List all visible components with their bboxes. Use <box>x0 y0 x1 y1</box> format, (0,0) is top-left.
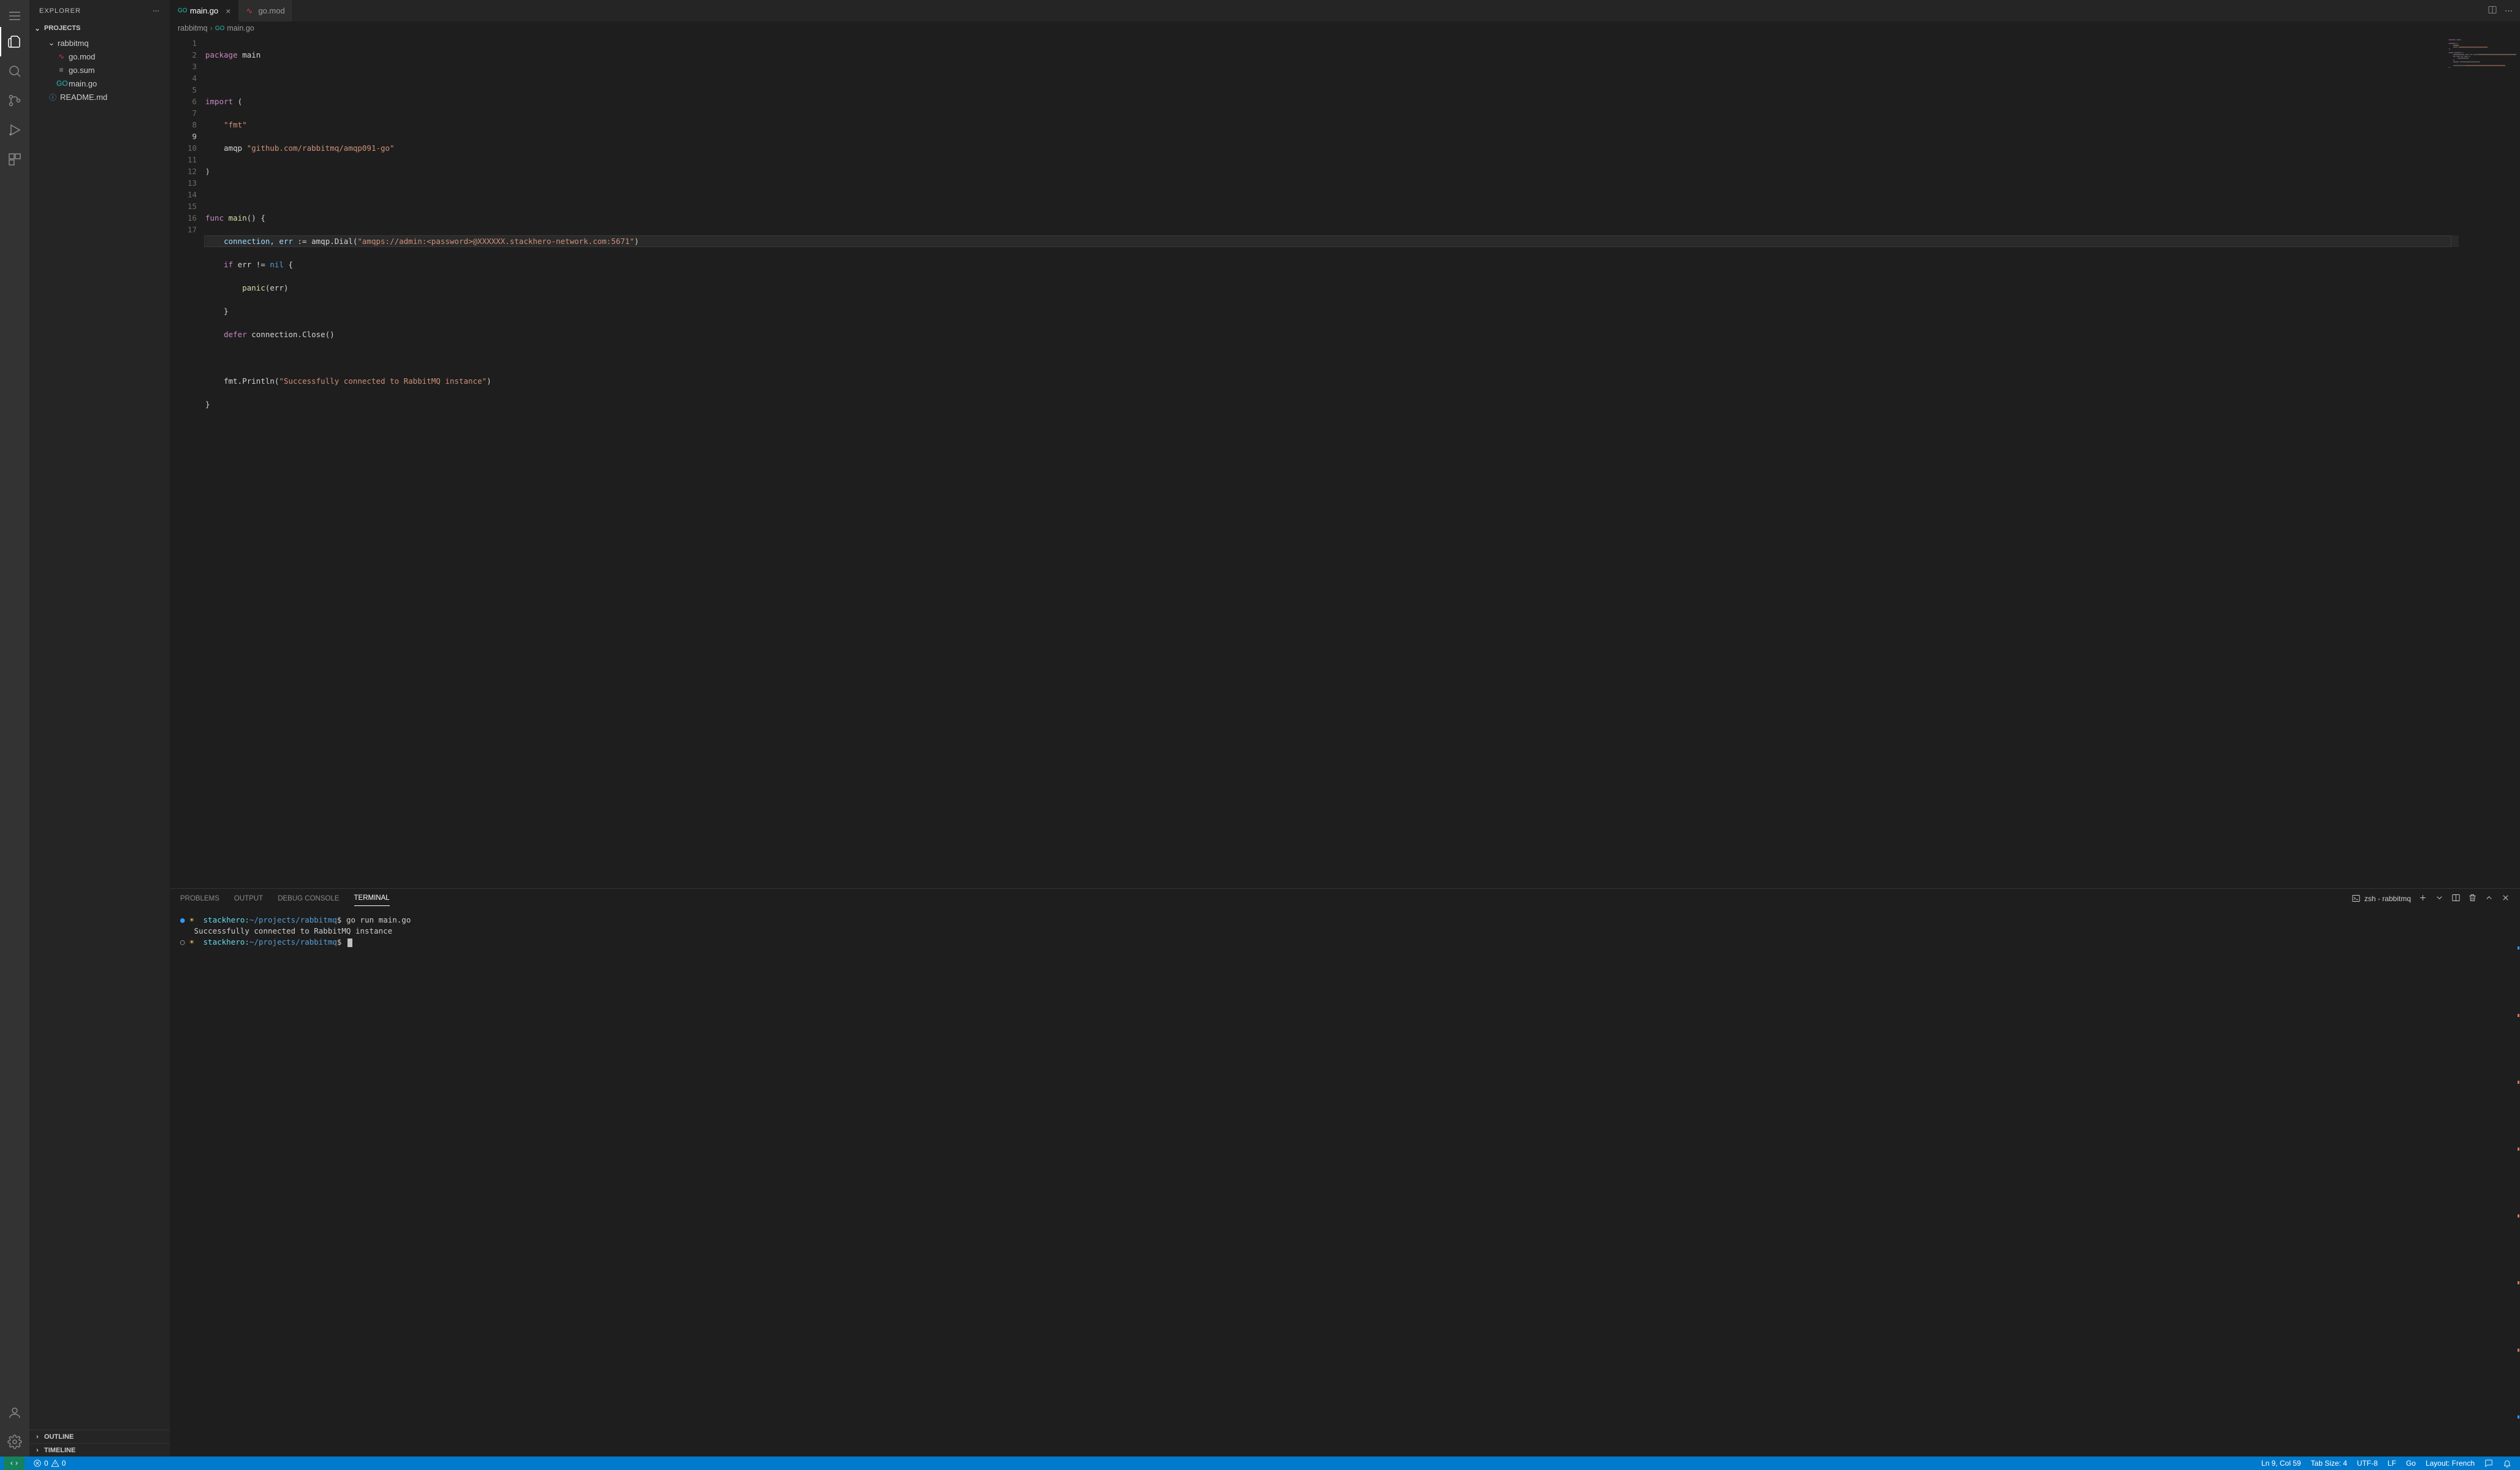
tab-terminal[interactable]: TERMINAL <box>354 891 390 906</box>
extensions-icon[interactable] <box>0 145 29 174</box>
new-terminal-icon[interactable] <box>2418 893 2427 904</box>
settings-gear-icon[interactable] <box>0 1427 29 1457</box>
bottom-panel: PROBLEMS OUTPUT DEBUG CONSOLE TERMINAL z… <box>170 888 2520 1457</box>
section-projects[interactable]: ⌄ PROJECTS <box>29 21 170 35</box>
status-cursor[interactable]: Ln 9, Col 59 <box>2256 1459 2306 1468</box>
terminal-overview-ruler <box>2518 915 2519 1450</box>
chevron-right-icon: › <box>33 1447 42 1454</box>
go-file-icon: GO <box>56 79 66 88</box>
close-panel-icon[interactable] <box>2501 893 2510 904</box>
code-content[interactable]: package main import ( "fmt" amqp "github… <box>204 35 2459 888</box>
explorer-more-icon[interactable]: ⋯ <box>153 7 160 15</box>
mod-file-icon: ∿ <box>56 52 66 61</box>
status-bell-icon[interactable] <box>2498 1459 2516 1468</box>
status-problems[interactable]: 0 0 <box>28 1459 70 1468</box>
chevron-down-icon: ⌄ <box>33 25 42 32</box>
breadcrumbs[interactable]: rabbitmq › GO main.go <box>170 21 2520 35</box>
explorer-icon[interactable] <box>0 27 29 56</box>
tab-go-mod[interactable]: ∿ go.mod <box>238 0 292 21</box>
status-tab-size[interactable]: Tab Size: 4 <box>2306 1459 2352 1468</box>
split-editor-icon[interactable] <box>2488 5 2497 17</box>
sum-file-icon: ≡ <box>56 66 66 74</box>
terminal-name[interactable]: zsh - rabbitmq <box>2351 894 2411 903</box>
chevron-right-icon: › <box>33 1433 42 1441</box>
file-go-sum[interactable]: ≡ go.sum <box>29 63 170 77</box>
terminal-dropdown-icon[interactable] <box>2435 893 2444 904</box>
editor-area: GO main.go × ∿ go.mod ⋯ rabbitmq › GO ma… <box>170 0 2520 1457</box>
chevron-right-icon: › <box>210 24 213 32</box>
tab-bar: GO main.go × ∿ go.mod ⋯ <box>170 0 2520 21</box>
split-terminal-icon[interactable] <box>2451 893 2461 904</box>
file-main-go[interactable]: GO main.go <box>29 77 170 90</box>
source-control-icon[interactable] <box>0 86 29 115</box>
remote-indicator-icon[interactable] <box>4 1457 25 1470</box>
terminal-cursor <box>347 939 352 947</box>
status-eol[interactable]: LF <box>2383 1459 2401 1468</box>
file-go-mod[interactable]: ∿ go.mod <box>29 50 170 63</box>
activity-bar <box>0 0 29 1457</box>
file-tree: ⌄ rabbitmq ∿ go.mod ≡ go.sum GO main.go … <box>29 35 170 105</box>
chevron-down-icon: ⌄ <box>48 38 55 48</box>
section-timeline[interactable]: › TIMELINE <box>29 1443 170 1457</box>
sidebar-title: EXPLORER ⋯ <box>29 0 170 21</box>
status-bar: 0 0 Ln 9, Col 59 Tab Size: 4 UTF-8 LF Go… <box>0 1457 2520 1470</box>
tab-debug-console[interactable]: DEBUG CONSOLE <box>278 891 339 906</box>
tab-output[interactable]: OUTPUT <box>234 891 263 906</box>
menu-icon[interactable] <box>0 5 29 27</box>
maximize-panel-icon[interactable] <box>2484 893 2494 904</box>
go-file-icon: GO <box>215 25 225 32</box>
status-layout[interactable]: Layout: French <box>2421 1459 2480 1468</box>
breadcrumb-folder[interactable]: rabbitmq <box>178 24 208 32</box>
go-file-icon: GO <box>178 7 186 15</box>
close-tab-icon[interactable]: × <box>226 6 230 16</box>
explorer-sidebar: EXPLORER ⋯ ⌄ PROJECTS ⌄ rabbitmq ∿ go.mo… <box>29 0 170 1457</box>
run-debug-icon[interactable] <box>0 115 29 145</box>
tab-problems[interactable]: PROBLEMS <box>180 891 219 906</box>
code-editor[interactable]: 1234567891011121314151617 package main i… <box>170 35 2520 888</box>
status-language[interactable]: Go <box>2401 1459 2421 1468</box>
status-encoding[interactable]: UTF-8 <box>2352 1459 2383 1468</box>
mod-file-icon: ∿ <box>246 7 254 15</box>
panel-tabs: PROBLEMS OUTPUT DEBUG CONSOLE TERMINAL z… <box>170 889 2520 908</box>
minimap[interactable]: ▄▄▄▄▄▄ ▄▄▄▄ ▄▄▄▄▄▄ ▄ ▄▄▄▄▄ ▄▄▄▄ ▄▄▄▄▄▄▄▄… <box>2459 35 2520 888</box>
line-gutter: 1234567891011121314151617 <box>170 35 204 888</box>
section-outline[interactable]: › OUTLINE <box>29 1430 170 1443</box>
workbench: EXPLORER ⋯ ⌄ PROJECTS ⌄ rabbitmq ∿ go.mo… <box>0 0 2520 1457</box>
tab-main-go[interactable]: GO main.go × <box>170 0 238 21</box>
editor-more-icon[interactable]: ⋯ <box>2505 6 2513 16</box>
file-readme[interactable]: ⓘ README.md <box>29 90 170 104</box>
kill-terminal-icon[interactable] <box>2468 893 2477 904</box>
terminal-body[interactable]: ● ☀ stackhero:~/projects/rabbitmq$ go ru… <box>170 908 2520 1457</box>
status-feedback-icon[interactable] <box>2480 1459 2498 1468</box>
search-icon[interactable] <box>0 56 29 86</box>
breadcrumb-file[interactable]: main.go <box>227 24 254 32</box>
folder-rabbitmq[interactable]: ⌄ rabbitmq <box>29 36 170 50</box>
accounts-icon[interactable] <box>0 1398 29 1427</box>
info-file-icon: ⓘ <box>48 92 58 102</box>
